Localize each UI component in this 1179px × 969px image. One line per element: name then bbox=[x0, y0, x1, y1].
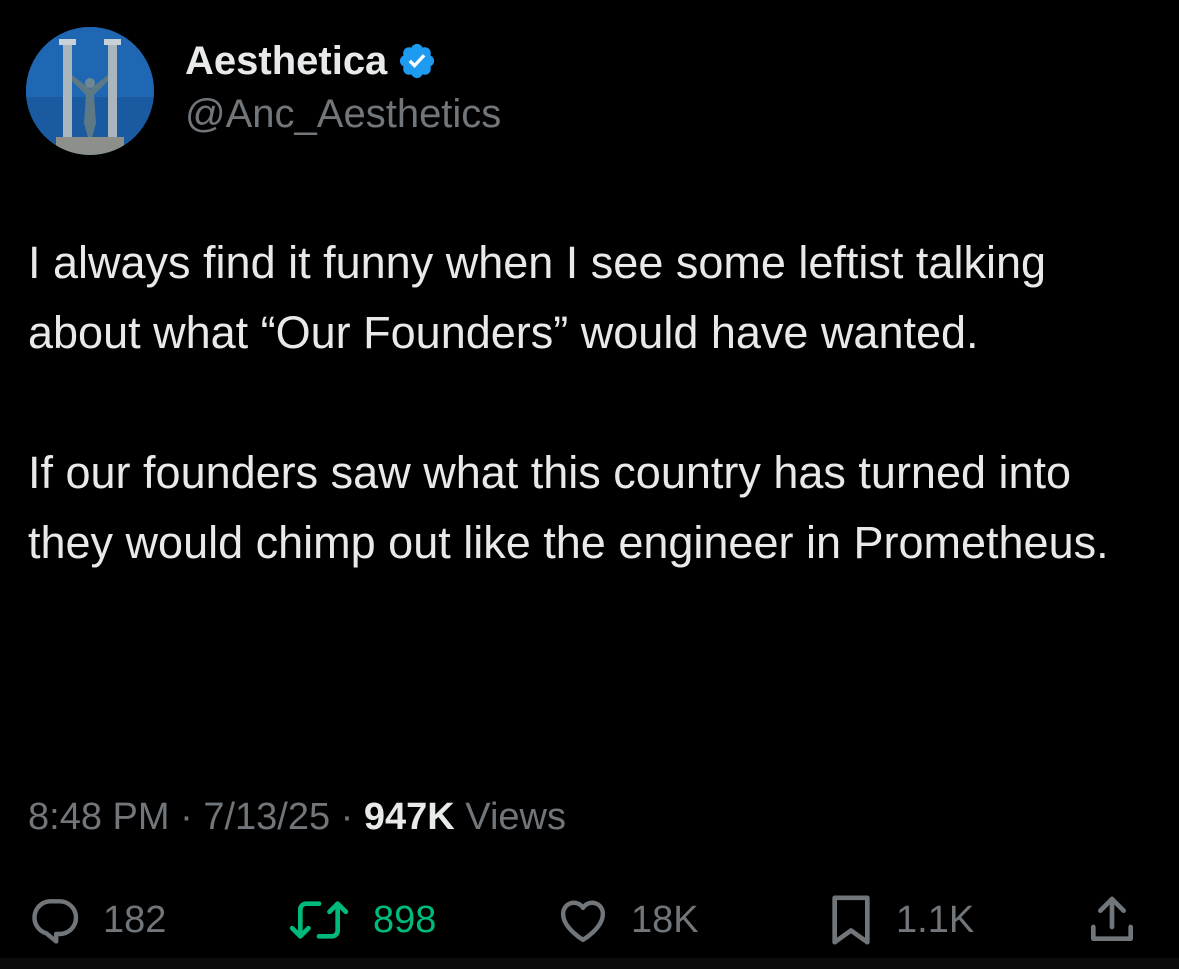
tweet-meta: 8:48 PM · 7/13/25 · 947K Views bbox=[28, 791, 566, 843]
views-count: 947K bbox=[363, 796, 455, 838]
bottom-divider bbox=[0, 958, 1179, 969]
author-name-row: Aesthetica bbox=[185, 36, 437, 86]
bookmark-count: 1.1K bbox=[896, 899, 975, 941]
action-bar: 182 898 18K 1.1K bbox=[0, 890, 1179, 950]
bookmark-icon bbox=[832, 895, 870, 945]
tweet-text: I always find it funny when I see some l… bbox=[28, 228, 1158, 578]
share-icon bbox=[1091, 896, 1133, 941]
repost-icon bbox=[289, 901, 349, 939]
tweet-paragraph: I always find it funny when I see some l… bbox=[28, 237, 1046, 358]
reply-button[interactable]: 182 bbox=[27, 890, 166, 950]
display-name[interactable]: Aesthetica bbox=[185, 36, 387, 86]
heart-icon bbox=[560, 900, 606, 943]
verified-badge-icon bbox=[397, 41, 437, 81]
meta-separator: · bbox=[340, 796, 354, 838]
tweet-paragraph: If our founders saw what this country ha… bbox=[28, 447, 1109, 568]
repost-count: 898 bbox=[373, 899, 437, 941]
repost-button[interactable]: 898 bbox=[285, 890, 436, 950]
views-label: Views bbox=[465, 796, 566, 838]
author-handle[interactable]: @Anc_Aesthetics bbox=[185, 89, 501, 139]
like-count: 18K bbox=[631, 899, 699, 941]
avatar[interactable] bbox=[26, 27, 154, 155]
reply-icon bbox=[32, 899, 79, 944]
tweet-date[interactable]: 7/13/25 bbox=[203, 796, 330, 838]
tweet: Aesthetica @Anc_Aesthetics I always find… bbox=[0, 0, 1179, 969]
share-button[interactable] bbox=[1084, 890, 1140, 950]
reply-count: 182 bbox=[103, 899, 167, 941]
avatar-image bbox=[26, 27, 154, 155]
like-button[interactable]: 18K bbox=[555, 890, 699, 950]
bookmark-button[interactable]: 1.1K bbox=[826, 890, 974, 950]
tweet-time[interactable]: 8:48 PM bbox=[28, 796, 170, 838]
meta-separator: · bbox=[180, 796, 193, 838]
